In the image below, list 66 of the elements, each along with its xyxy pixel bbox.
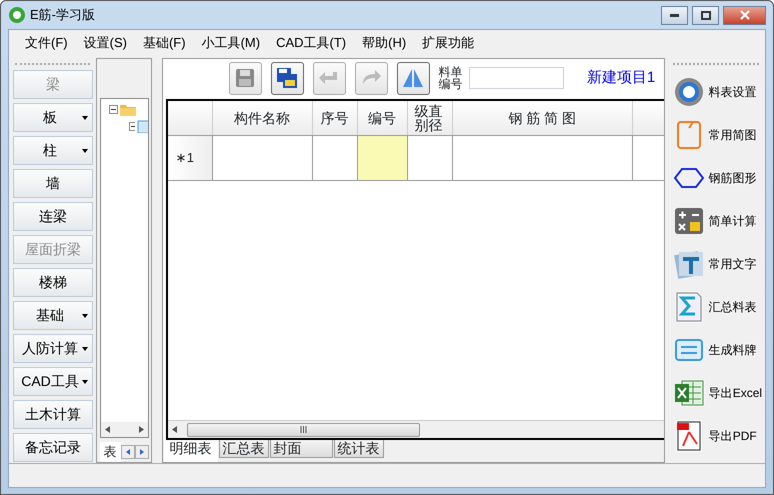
close-icon xyxy=(740,10,750,20)
tool-button[interactable]: 料表设置 xyxy=(668,70,763,113)
toolbar-button[interactable] xyxy=(270,62,304,94)
save-all-icon xyxy=(275,66,300,90)
column-header: 序号 xyxy=(312,101,358,135)
maximize-button[interactable] xyxy=(692,6,719,24)
menu-item[interactable]: CAD工具(T) xyxy=(268,33,354,53)
sidebar-button[interactable]: 楼梯 xyxy=(13,268,93,297)
list-number-field[interactable] xyxy=(468,67,564,89)
sidebar-button[interactable]: 墙 xyxy=(13,169,93,198)
collapse-icon[interactable] xyxy=(108,105,118,114)
field-label: 料单编号 xyxy=(438,66,464,90)
menu-item[interactable]: 小工具(M) xyxy=(194,33,268,53)
menu-item[interactable]: 设置(S) xyxy=(76,33,135,53)
column-header: 级直别径 xyxy=(408,101,453,135)
column-header: 构件名称 xyxy=(212,101,313,135)
toolbar-button[interactable] xyxy=(396,62,430,94)
tool-button[interactable]: 生成料牌 xyxy=(668,328,763,371)
app-icon xyxy=(8,6,26,24)
sheet-tab[interactable]: 汇总表 xyxy=(218,440,269,458)
minimize-button[interactable] xyxy=(661,6,688,24)
column-header: 编号 xyxy=(358,101,408,135)
scroll-right-icon[interactable] xyxy=(138,426,144,433)
header-cell xyxy=(168,101,213,135)
table-cell[interactable] xyxy=(358,136,408,180)
sidebar-button[interactable]: CAD工具 xyxy=(13,367,93,396)
sidebar-button[interactable]: 板 xyxy=(13,103,93,132)
tool-button[interactable]: 简单计算 xyxy=(668,199,763,242)
minimize-icon xyxy=(670,14,679,16)
column-header: 钢 筋 简 图 xyxy=(452,101,633,135)
scroll-left-icon[interactable] xyxy=(172,426,177,433)
sidebar-button[interactable]: 柱 xyxy=(13,136,93,165)
folder-icon xyxy=(120,103,136,116)
tool-button[interactable]: 常用简图 xyxy=(668,113,763,156)
sidebar-button[interactable]: 土木计算 xyxy=(13,400,93,429)
scroll-left-icon[interactable] xyxy=(104,426,110,433)
sheet-tab[interactable]: 统计表 xyxy=(334,440,384,458)
sheet-tab[interactable]: 封面 xyxy=(270,440,333,458)
header-cell xyxy=(632,101,664,135)
tree-tab[interactable]: 表 xyxy=(100,442,121,462)
menu-item[interactable]: 扩展功能 xyxy=(414,33,482,53)
menu-item[interactable]: 基础(F) xyxy=(134,33,194,53)
scrollbar-thumb[interactable] xyxy=(186,422,420,436)
tool-button[interactable]: 导出PDF xyxy=(668,414,763,457)
left-arrow-icon xyxy=(126,449,130,455)
sidebar-button[interactable]: 备忘记录 xyxy=(13,433,93,462)
close-button[interactable] xyxy=(723,6,766,24)
sidebar-button[interactable]: 基础 xyxy=(13,301,93,330)
sidebar-button[interactable]: 连梁 xyxy=(13,202,93,231)
maximize-icon xyxy=(700,10,710,20)
tab-scroll-right-button[interactable] xyxy=(134,445,149,459)
project-title: 新建项目1 xyxy=(586,68,656,88)
menu-item[interactable]: 文件(F) xyxy=(17,33,76,53)
tool-button[interactable]: 钢筋图形 xyxy=(668,156,763,199)
window-title: E筋-学习版 xyxy=(30,6,95,24)
tab-scroll-left-button[interactable] xyxy=(120,445,135,459)
sheet-icon xyxy=(136,120,148,133)
menu-item[interactable]: 帮助(H) xyxy=(354,33,414,53)
sheet-tab[interactable]: 明细表 xyxy=(164,440,218,462)
sidebar-button[interactable]: 人防计算 xyxy=(13,334,93,363)
gear-icon xyxy=(672,76,705,108)
tool-button[interactable]: 常用文字 xyxy=(668,242,763,285)
right-arrow-icon xyxy=(140,449,144,455)
collapse-icon[interactable] xyxy=(128,122,135,131)
tool-button[interactable]: 汇总料表 xyxy=(668,285,763,328)
tool-button[interactable]: 导出Excel xyxy=(668,371,763,414)
